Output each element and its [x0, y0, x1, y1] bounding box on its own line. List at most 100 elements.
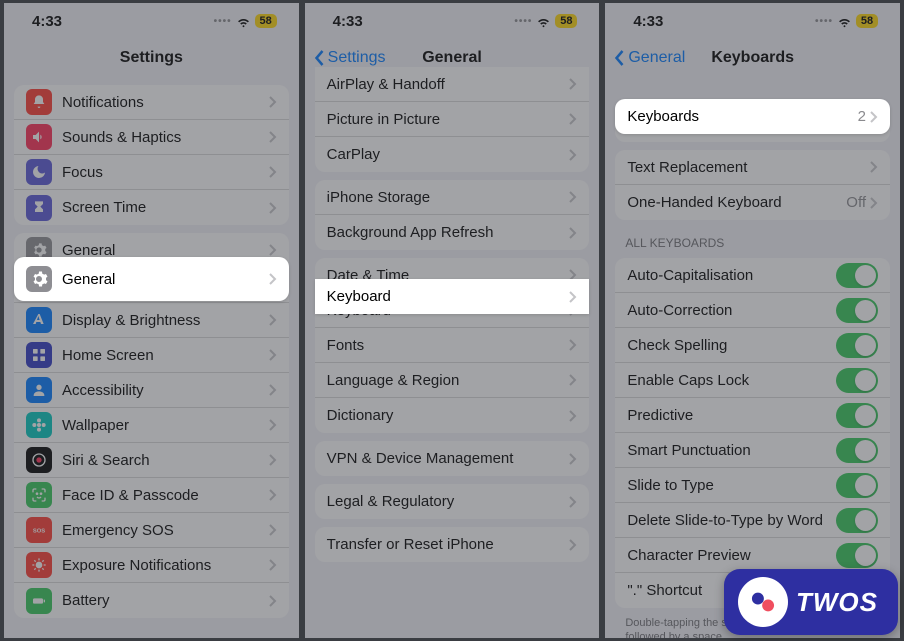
row-label: AirPlay & Handoff [327, 76, 570, 93]
row-label: Fonts [327, 337, 570, 354]
chevron-right-icon [870, 197, 878, 209]
toggle-switch[interactable] [836, 298, 878, 323]
moon-icon [26, 159, 52, 185]
status-bar: 4:33 •••• 58 [4, 3, 299, 39]
keyboards-row-value: 2 [858, 108, 866, 125]
row-label: Siri & Search [62, 452, 269, 469]
keyboards-toggle-row[interactable]: Auto-Capitalisation [615, 258, 890, 293]
row-label: Text Replacement [627, 159, 870, 176]
back-button[interactable]: General [613, 49, 685, 67]
row-label: Screen Time [62, 199, 269, 216]
battery-level-badge: 58 [255, 14, 277, 28]
keyboards-toggle-row[interactable]: Character Preview [615, 538, 890, 573]
general-row[interactable]: Dictionary [315, 398, 590, 433]
general-row[interactable]: Background App Refresh [315, 215, 590, 250]
toggle-switch[interactable] [836, 333, 878, 358]
status-bar: 4:33 •••• 58 [305, 3, 600, 39]
phone-general: 4:33 •••• 58 Settings General AirPlay & … [305, 3, 600, 638]
settings-row[interactable]: Siri & Search [14, 443, 289, 478]
general-row[interactable]: AirPlay & Handoff [315, 67, 590, 102]
status-time: 4:33 [32, 13, 62, 30]
settings-row[interactable]: Notifications [14, 85, 289, 120]
toggle-switch[interactable] [836, 263, 878, 288]
status-indicators: •••• 58 [514, 14, 577, 29]
toggle-switch[interactable] [836, 473, 878, 498]
person-icon [26, 377, 52, 403]
wifi-icon [536, 14, 551, 29]
row-label: Home Screen [62, 347, 269, 364]
keyboards-toggle-row[interactable]: Delete Slide-to-Type by Word [615, 503, 890, 538]
hourglass-icon [26, 195, 52, 221]
settings-row-general[interactable]: General [14, 257, 289, 301]
chevron-right-icon [269, 244, 277, 256]
twos-logo-text: TWOS [796, 587, 878, 618]
keyboards-toggle-row[interactable]: Smart Punctuation [615, 433, 890, 468]
keyboards-row-keyboards[interactable]: Keyboards 2 [615, 99, 890, 134]
row-label: CarPlay [327, 146, 570, 163]
settings-row[interactable]: SOSEmergency SOS [14, 513, 289, 548]
bell-icon [26, 89, 52, 115]
general-row[interactable]: Language & Region [315, 363, 590, 398]
grid-icon [26, 342, 52, 368]
row-label: Wallpaper [62, 417, 269, 434]
chevron-right-icon [269, 202, 277, 214]
text-size-icon [26, 307, 52, 333]
row-label: Accessibility [62, 382, 269, 399]
keyboards-toggle-row[interactable]: Predictive [615, 398, 890, 433]
chevron-right-icon [569, 496, 577, 508]
settings-row[interactable]: Display & Brightness [14, 303, 289, 338]
keyboards-toggle-row[interactable]: Slide to Type [615, 468, 890, 503]
toggle-switch[interactable] [836, 438, 878, 463]
virus-icon [26, 552, 52, 578]
general-row[interactable]: CarPlay [315, 137, 590, 172]
general-row[interactable]: Transfer or Reset iPhone [315, 527, 590, 562]
general-row-keyboard[interactable]: Keyboard [315, 279, 590, 314]
battery-icon [26, 588, 52, 614]
chevron-right-icon [269, 131, 277, 143]
general-row[interactable]: Legal & Regulatory [315, 484, 590, 519]
row-label: Transfer or Reset iPhone [327, 536, 570, 553]
cellular-dots-icon: •••• [815, 16, 833, 27]
chevron-right-icon [569, 191, 577, 203]
keyboards-toggle-row[interactable]: Check Spelling [615, 328, 890, 363]
settings-row[interactable]: Battery [14, 583, 289, 618]
settings-row[interactable]: Face ID & Passcode [14, 478, 289, 513]
row-label: Character Preview [627, 547, 836, 564]
chevron-right-icon [269, 273, 277, 285]
chevron-left-icon [613, 49, 626, 67]
toggle-switch[interactable] [836, 368, 878, 393]
toggle-switch[interactable] [836, 543, 878, 568]
chevron-right-icon [870, 161, 878, 173]
chevron-right-icon [569, 291, 577, 303]
general-row[interactable]: iPhone Storage [315, 180, 590, 215]
toggle-switch[interactable] [836, 403, 878, 428]
general-row[interactable]: Fonts [315, 328, 590, 363]
settings-row[interactable]: Wallpaper [14, 408, 289, 443]
general-row[interactable]: Picture in Picture [315, 102, 590, 137]
chevron-right-icon [569, 227, 577, 239]
chevron-right-icon [269, 384, 277, 396]
nav-bar: General Keyboards [605, 39, 900, 77]
settings-row[interactable]: Screen Time [14, 190, 289, 225]
chevron-left-icon [313, 49, 326, 67]
row-label: Focus [62, 164, 269, 181]
general-row[interactable]: VPN & Device Management [315, 441, 590, 476]
keyboards-toggle-row[interactable]: Auto-Correction [615, 293, 890, 328]
chevron-right-icon [269, 96, 277, 108]
settings-row[interactable]: Exposure Notifications [14, 548, 289, 583]
settings-row[interactable]: Focus [14, 155, 289, 190]
phone-keyboards: 4:33 •••• 58 General Keyboards Keyboards… [605, 3, 900, 638]
settings-row[interactable]: Home Screen [14, 338, 289, 373]
toggle-switch[interactable] [836, 508, 878, 533]
chevron-right-icon [269, 524, 277, 536]
keyboards-toggle-row[interactable]: Enable Caps Lock [615, 363, 890, 398]
settings-row[interactable]: Accessibility [14, 373, 289, 408]
keyboards-row[interactable]: Text Replacement [615, 150, 890, 185]
battery-level-badge: 58 [555, 14, 577, 28]
back-button[interactable]: Settings [313, 49, 386, 67]
keyboards-row[interactable]: One-Handed KeyboardOff [615, 185, 890, 220]
settings-row[interactable]: Sounds & Haptics [14, 120, 289, 155]
row-label: VPN & Device Management [327, 450, 570, 467]
row-label: Display & Brightness [62, 312, 269, 329]
twos-logo-mark-icon [738, 577, 788, 627]
